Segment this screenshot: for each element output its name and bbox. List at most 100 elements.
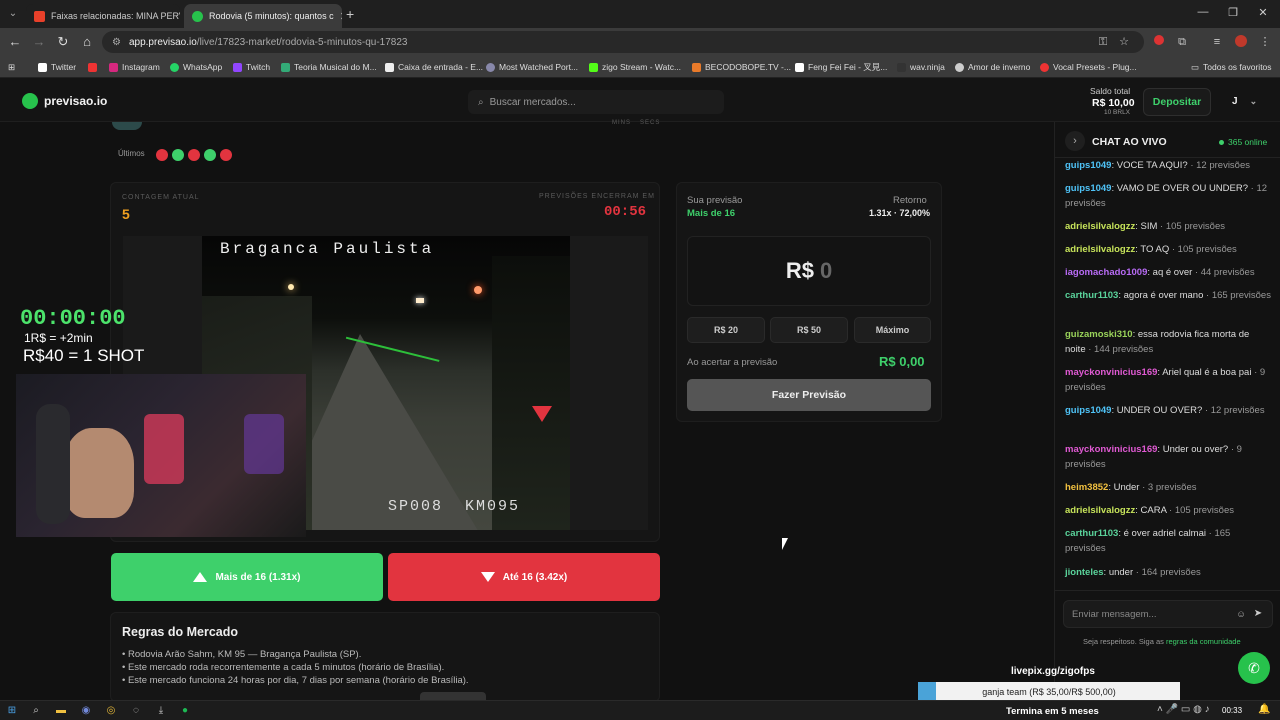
site-info-icon[interactable]: ⚙ — [112, 37, 121, 48]
bookmark-star-icon[interactable]: ☆ — [1117, 35, 1131, 49]
bookmark-caixa[interactable]: Caixa de entrada - E... — [385, 60, 483, 74]
deposit-button[interactable]: Depositar — [1143, 88, 1211, 116]
extensions-puzzle-icon[interactable]: ⧉ — [1175, 35, 1189, 49]
bookmark-teoria[interactable]: Teoria Musical do M... — [281, 60, 377, 74]
balance-sub: 10 BRLX — [1104, 109, 1131, 116]
chat-user[interactable]: adrielsilvalogzz — [1065, 505, 1135, 516]
chat-user[interactable]: adrielsilvalogzz — [1065, 244, 1135, 255]
bookmark-twitter[interactable]: Twitter — [38, 60, 76, 74]
chat-user[interactable]: guips1049 — [1065, 183, 1111, 194]
user-menu[interactable]: J ⌄ — [1232, 96, 1257, 107]
chat-meta: · 105 previsões — [1160, 221, 1225, 232]
community-rules-link[interactable]: regras da comunidade — [1166, 637, 1241, 646]
download-icon[interactable]: ⤓ — [154, 704, 168, 718]
amount-input[interactable]: R$ 0 — [687, 236, 931, 306]
chat-user[interactable]: carthur1103 — [1065, 290, 1118, 301]
chat-user[interactable]: heim3852 — [1065, 482, 1108, 493]
market-search-input[interactable]: ⌕ Buscar mercados... — [468, 90, 724, 114]
bookmark-vocal[interactable]: Vocal Presets - Plug... — [1040, 60, 1137, 74]
windows-start-icon[interactable]: ⊞ — [5, 704, 19, 718]
bookmark-youtube[interactable] — [88, 60, 97, 74]
clock[interactable]: 00:33 — [1222, 706, 1242, 715]
chat-user[interactable]: mayckonvinicius169 — [1065, 367, 1157, 378]
under-button[interactable]: Até 16 (3.42x) — [388, 553, 660, 601]
spotify-icon[interactable]: ● — [178, 704, 192, 718]
chat-user[interactable]: iagomachado1009 — [1065, 267, 1147, 278]
browser-tab-1[interactable]: Faixas relacionadas: MINA PERV ✕ — [26, 4, 180, 28]
bookmark-becodobope[interactable]: BECODOBOPE.TV -... — [692, 60, 791, 74]
bookmarks-bar: ⊞ Twitter Instagram WhatsApp Twitch Teor… — [0, 56, 1280, 78]
collapse-chat-icon[interactable]: › — [1065, 131, 1085, 151]
bookmark-label: Instagram — [122, 62, 160, 72]
browser-tab-2[interactable]: Rodovia (5 minutos): quantos c ✕ — [184, 4, 342, 28]
bookmark-instagram[interactable]: Instagram — [109, 60, 160, 74]
file-explorer-icon[interactable]: ▬ — [54, 704, 68, 718]
emoji-icon[interactable]: ☺ — [1236, 609, 1246, 620]
chat-user[interactable]: mayckonvinicius169 — [1065, 444, 1157, 455]
bookmark-most-watched[interactable]: Most Watched Port... — [486, 60, 578, 74]
chat-text: Under — [1113, 482, 1140, 493]
show-more-button[interactable] — [420, 692, 486, 700]
url-field[interactable]: ⚙ app.previsao.io/live/17823-market/rodo… — [102, 31, 1144, 53]
chat-message: guips1049: UNDER OU OVER? · 12 previsões — [1065, 405, 1265, 416]
close-tab-icon[interactable]: ✕ — [340, 10, 342, 23]
chat-user[interactable]: jionteles — [1065, 567, 1104, 578]
discord-icon[interactable]: ◉ — [79, 704, 93, 718]
whatsapp-float-icon[interactable]: ✆ — [1238, 652, 1270, 684]
bookmark-whatsapp[interactable]: WhatsApp — [170, 60, 222, 74]
quick-amount-20-button[interactable]: R$ 20 — [687, 317, 765, 343]
bookmark-amor[interactable]: Amor de inverno — [955, 60, 1030, 74]
result-down-icon — [220, 149, 232, 161]
chat-meta: · 12 previsões — [1204, 405, 1265, 416]
chat-message: guizamoski310: essa rodovia fica morta d… — [1065, 329, 1250, 355]
forward-icon[interactable]: → — [31, 35, 47, 49]
chat-message-input[interactable]: Enviar mensagem... ☺ — [1063, 600, 1273, 628]
profile-avatar-icon[interactable] — [1234, 35, 1248, 49]
chat-input-placeholder: Enviar mensagem... — [1072, 608, 1157, 620]
taskbar-search-icon[interactable]: ⌕ — [29, 704, 43, 718]
quick-amount-50-button[interactable]: R$ 50 — [770, 317, 848, 343]
over-button[interactable]: Mais de 16 (1.31x) — [111, 553, 383, 601]
close-window-icon[interactable]: ✕ — [1248, 6, 1278, 19]
browser-menu-icon[interactable]: ⋮ — [1258, 35, 1272, 49]
password-key-icon[interactable]: ⚿ — [1096, 35, 1110, 49]
quick-amount-max-button[interactable]: Máximo — [854, 317, 931, 343]
send-icon[interactable]: ➤ — [1248, 605, 1268, 623]
tray-icons[interactable]: ˄ 🎤 ▭ ◍ ♪ — [1157, 704, 1210, 715]
chat-text: TO AQ — [1140, 244, 1170, 255]
folder-icon: ▭ — [1191, 61, 1200, 72]
chat-user[interactable]: guips1049 — [1065, 160, 1111, 171]
reload-icon[interactable]: ↻ — [55, 35, 71, 49]
restore-icon[interactable]: ❐ — [1218, 6, 1248, 19]
bookmark-zigo[interactable]: zigo Stream - Watc... — [589, 60, 681, 74]
chat-user[interactable]: guips1049 — [1065, 405, 1111, 416]
timer-secs-label: SECS — [640, 120, 661, 126]
bookmark-twitch[interactable]: Twitch — [233, 60, 270, 74]
obs-icon[interactable]: ◌ — [129, 704, 143, 718]
home-icon[interactable]: ⌂ — [79, 35, 95, 49]
tab-search-icon[interactable]: ⌄ — [4, 6, 22, 22]
all-bookmarks[interactable]: ▭ Todos os favoritos — [1191, 60, 1272, 74]
extension-red-icon[interactable] — [1152, 35, 1166, 49]
chrome-icon[interactable]: ◎ — [104, 704, 118, 718]
chat-user[interactable]: guizamoski310 — [1065, 329, 1133, 340]
back-icon[interactable]: ← — [7, 35, 23, 49]
previsao-logo-icon[interactable] — [22, 93, 38, 109]
media-control-icon[interactable]: ≡ — [1210, 35, 1224, 49]
last-results-label: Últimos — [118, 149, 145, 158]
minimize-icon[interactable]: — — [1188, 6, 1218, 18]
apps-grid-icon[interactable]: ⊞ — [8, 60, 15, 74]
new-tab-icon[interactable]: + — [346, 6, 354, 22]
chat-meta: · 164 previsões — [1135, 567, 1201, 578]
result-down-icon — [188, 149, 200, 161]
chat-user[interactable]: carthur1103 — [1065, 528, 1118, 539]
notifications-icon[interactable]: 🔔 — [1258, 704, 1270, 715]
bookmark-feng[interactable]: Feng Fei Fei - 叉見... — [795, 60, 887, 74]
twitch-icon — [233, 62, 242, 72]
submit-prediction-button[interactable]: Fazer Previsão — [687, 379, 931, 411]
chat-user[interactable]: adrielsilvalogzz — [1065, 221, 1135, 232]
online-count-text: 365 online — [1228, 137, 1268, 147]
bookmark-wavninja[interactable]: wav.ninja — [897, 60, 945, 74]
site-logo-text[interactable]: previsao.io — [44, 94, 107, 108]
site-icon — [281, 62, 290, 72]
